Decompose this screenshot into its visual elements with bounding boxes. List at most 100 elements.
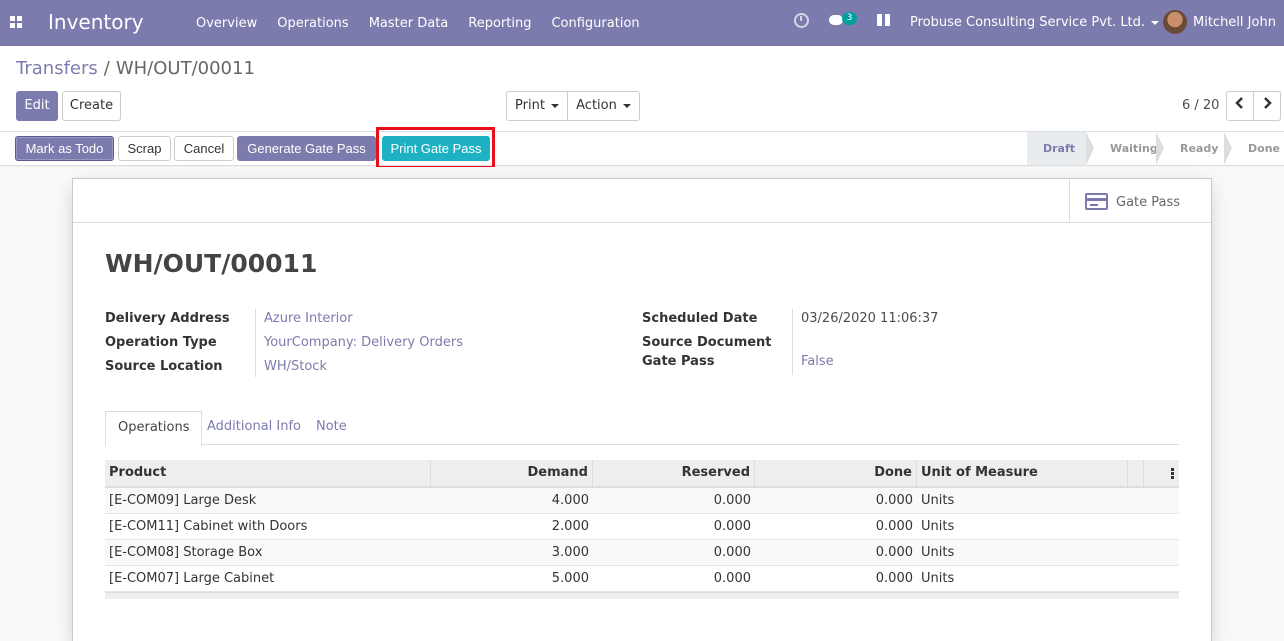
delivery-address-label: Delivery Address	[105, 311, 230, 326]
column-header-spacer	[1128, 460, 1144, 486]
action-dropdown[interactable]: Action	[567, 91, 640, 121]
gift-icon[interactable]	[877, 13, 890, 27]
notebook-tabs: Operations Additional Info Note	[105, 411, 1179, 446]
highlight-annotation	[376, 127, 495, 169]
app-title[interactable]: Inventory	[48, 10, 144, 34]
tab-additional-info[interactable]: Additional Info	[195, 411, 313, 445]
caret-down-icon	[1151, 20, 1160, 25]
stage-done-label: Done	[1248, 142, 1280, 155]
stage-arrow	[1224, 132, 1232, 165]
gate-pass-label: Gate Pass	[642, 354, 715, 369]
tab-operations[interactable]: Operations	[105, 411, 203, 446]
table-row[interactable]: [E-COM08] Storage Box 3.000 0.000 0.000 …	[105, 540, 1179, 566]
table-footer	[105, 592, 1179, 599]
breadcrumb-separator: /	[103, 58, 110, 79]
column-header-unit-of-measure[interactable]: Unit of Measure	[917, 460, 1128, 486]
breadcrumb-transfers[interactable]: Transfers	[16, 58, 98, 79]
field-divider	[792, 309, 793, 375]
done-cell: 0.000	[875, 493, 913, 508]
stage-draft-label: Draft	[1043, 142, 1076, 155]
stage-waiting: Waiting	[1086, 132, 1164, 165]
scrap-button[interactable]: Scrap	[118, 136, 171, 161]
gate-pass-stat-button[interactable]: Gate Pass	[1069, 179, 1211, 223]
main-menu: Overview Operations Master Data Reportin…	[186, 0, 650, 46]
table-row[interactable]: [E-COM09] Large Desk 4.000 0.000 0.000 U…	[105, 488, 1179, 514]
stage-arrow	[1156, 132, 1164, 165]
product-cell: [E-COM07] Large Cabinet	[109, 571, 275, 586]
company-switcher[interactable]: Probuse Consulting Service Pvt. Ltd.	[910, 15, 1160, 30]
stage-pipeline: Draft Waiting Ready Done	[1027, 132, 1284, 165]
operation-type-link[interactable]: YourCompany: Delivery Orders	[264, 335, 463, 350]
demand-cell: 4.000	[551, 493, 589, 508]
done-cell: 0.000	[875, 545, 913, 560]
stage-draft: Draft	[1027, 132, 1094, 165]
column-header-product[interactable]: Product	[105, 460, 431, 486]
control-panel: Transfers / WH/OUT/00011 Edit Create Print…	[0, 46, 1284, 132]
create-button[interactable]: Create	[62, 91, 121, 121]
avatar[interactable]	[1163, 10, 1187, 34]
demand-cell: 5.000	[551, 571, 589, 586]
top-navbar: Inventory Overview Operations Master Dat…	[0, 0, 1284, 46]
company-name: Probuse Consulting Service Pvt. Ltd.	[910, 15, 1146, 30]
scheduled-date-label: Scheduled Date	[642, 311, 758, 326]
uom-cell: Units	[921, 519, 955, 534]
chat-count-badge: 3	[842, 12, 857, 25]
reserved-cell: 0.000	[713, 545, 751, 560]
credit-card-icon	[1085, 193, 1108, 210]
source-document-label: Source Document	[642, 335, 772, 350]
chevron-left-icon	[1235, 97, 1243, 109]
generate-gate-pass-button[interactable]: Generate Gate Pass	[237, 136, 376, 161]
record-title: WH/OUT/00011	[105, 249, 318, 278]
menu-item-master-data[interactable]: Master Data	[359, 16, 459, 31]
tab-note[interactable]: Note	[304, 411, 359, 445]
reserved-cell: 0.000	[713, 493, 751, 508]
column-header-reserved[interactable]: Reserved	[593, 460, 755, 486]
breadcrumb: Transfers / WH/OUT/00011	[16, 58, 255, 79]
menu-item-reporting[interactable]: Reporting	[458, 16, 541, 31]
statusbar: Mark as Todo Scrap Cancel Generate Gate …	[0, 132, 1284, 166]
mark-as-todo-button[interactable]: Mark as Todo	[15, 136, 114, 161]
done-cell: 0.000	[875, 571, 913, 586]
form-sheet: Gate Pass WH/OUT/00011 Delivery Address …	[72, 178, 1212, 641]
source-location-link[interactable]: WH/Stock	[264, 359, 327, 374]
product-cell: [E-COM08] Storage Box	[109, 545, 263, 560]
pager-value[interactable]: 6 / 20	[1182, 98, 1219, 113]
gate-pass-stat-label: Gate Pass	[1116, 195, 1181, 210]
user-menu[interactable]: Mitchell John	[1193, 15, 1276, 30]
stage-done: Done	[1224, 132, 1284, 165]
action-label: Action	[576, 98, 617, 113]
demand-cell: 3.000	[551, 545, 589, 560]
reserved-cell: 0.000	[713, 571, 751, 586]
table-row[interactable]: [E-COM07] Large Cabinet 5.000 0.000 0.00…	[105, 566, 1179, 592]
product-cell: [E-COM11] Cabinet with Doors	[109, 519, 308, 534]
cancel-button[interactable]: Cancel	[174, 136, 234, 161]
column-header-demand[interactable]: Demand	[431, 460, 593, 486]
caret-down-icon	[550, 103, 559, 108]
chat-icon[interactable]	[829, 15, 843, 25]
uom-cell: Units	[921, 493, 955, 508]
button-box: Gate Pass	[73, 179, 1211, 223]
uom-cell: Units	[921, 571, 955, 586]
uom-cell: Units	[921, 545, 955, 560]
print-label: Print	[515, 98, 545, 113]
gate-pass-value: False	[801, 354, 834, 369]
menu-item-configuration[interactable]: Configuration	[541, 16, 649, 31]
stage-ready-label: Ready	[1180, 142, 1219, 155]
pager-previous-button[interactable]	[1226, 91, 1254, 121]
optional-columns-icon[interactable]	[1171, 468, 1174, 479]
column-header-done[interactable]: Done	[755, 460, 917, 486]
menu-item-overview[interactable]: Overview	[186, 16, 267, 31]
pager-next-button[interactable]	[1253, 91, 1281, 121]
apps-icon[interactable]	[10, 16, 22, 28]
demand-cell: 2.000	[551, 519, 589, 534]
reserved-cell: 0.000	[713, 519, 751, 534]
edit-button[interactable]: Edit	[16, 91, 58, 121]
caret-down-icon	[622, 103, 631, 108]
breadcrumb-current: WH/OUT/00011	[115, 58, 255, 79]
table-header: Product Demand Reserved Done Unit of Mea…	[105, 460, 1179, 488]
table-row[interactable]: [E-COM11] Cabinet with Doors 2.000 0.000…	[105, 514, 1179, 540]
delivery-address-link[interactable]: Azure Interior	[264, 311, 353, 326]
menu-item-operations[interactable]: Operations	[267, 16, 358, 31]
clock-icon[interactable]	[794, 13, 809, 28]
print-dropdown[interactable]: Print	[506, 91, 568, 121]
